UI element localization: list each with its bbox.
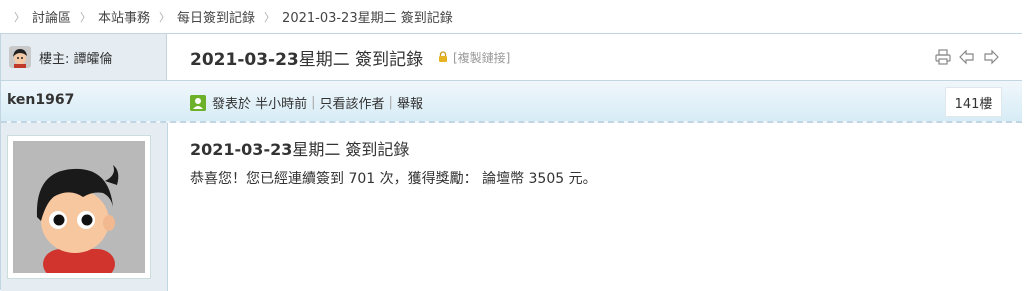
floor-number[interactable]: 141樓 <box>945 87 1002 117</box>
thread-op-cell: 樓主: 譚皬倫 <box>1 34 167 80</box>
lock-icon <box>439 51 447 62</box>
thread-title-rest: 星期二 簽到記錄 <box>298 50 424 70</box>
only-author-link[interactable]: 只看該作者 <box>320 93 385 112</box>
breadcrumb-separator: 〉 <box>264 10 276 24</box>
breadcrumb: 〉 討論區 〉 本站事務 〉 每日簽到記錄 〉 2021-03-23星期二 簽到… <box>0 0 1024 33</box>
breadcrumb-item-daily-checkin[interactable]: 每日簽到記錄 <box>177 7 255 26</box>
breadcrumb-separator: 〉 <box>159 10 171 24</box>
post-title: 2021-03-23星期二 簽到記錄 <box>190 136 409 160</box>
post-title-rest: 星期二 簽到記錄 <box>292 140 410 159</box>
thread-tools <box>934 48 1000 66</box>
thread-title-date: 2021-03-23 <box>190 50 299 70</box>
thread-op-label: 樓主: 譚皬倫 <box>39 51 113 67</box>
post-time: 發表於 半小時前 <box>212 97 308 112</box>
thread-title: 2021-03-23星期二 簽到記錄 <box>190 45 423 70</box>
prev-thread-icon[interactable] <box>958 48 976 66</box>
breadcrumb-separator: 〉 <box>14 10 25 24</box>
breadcrumb-item-site-affairs[interactable]: 本站事務 <box>98 7 150 26</box>
post-title-date: 2021-03-23 <box>190 140 293 159</box>
op-avatar[interactable] <box>9 46 31 68</box>
post-meta: 發表於 半小時前 | 只看該作者 | 舉報 <box>190 93 423 112</box>
post-body: 2021-03-23星期二 簽到記錄 恭喜您！您已經連續簽到 701 次，獲得獎… <box>1 123 1022 291</box>
next-thread-icon[interactable] <box>982 48 1000 66</box>
thread-header-row: 樓主: 譚皬倫 2021-03-23星期二 簽到記錄 [複製鏈接] <box>1 34 1022 81</box>
report-link[interactable]: 舉報 <box>397 93 423 112</box>
breadcrumb-item-current[interactable]: 2021-03-23星期二 簽到記錄 <box>282 7 453 26</box>
author-avatar[interactable] <box>7 135 151 279</box>
copy-link-button[interactable]: [複製鏈接] <box>453 49 510 66</box>
thread-frame: 樓主: 譚皬倫 2021-03-23星期二 簽到記錄 [複製鏈接] ken196… <box>0 33 1022 291</box>
print-icon[interactable] <box>934 48 952 66</box>
post-author-username[interactable]: ken1967 <box>7 92 74 108</box>
user-online-icon <box>190 94 206 111</box>
breadcrumb-item-forum[interactable]: 討論區 <box>32 7 71 26</box>
post-header: ken1967 發表於 半小時前 | 只看該作者 | 舉報 141樓 <box>1 81 1022 123</box>
meta-divider: | <box>388 95 393 110</box>
breadcrumb-separator: 〉 <box>80 10 92 24</box>
meta-divider: | <box>311 95 316 110</box>
post-content: 恭喜您！您已經連續簽到 701 次，獲得獎勵： 論壇幣 3505 元。 <box>190 171 597 187</box>
